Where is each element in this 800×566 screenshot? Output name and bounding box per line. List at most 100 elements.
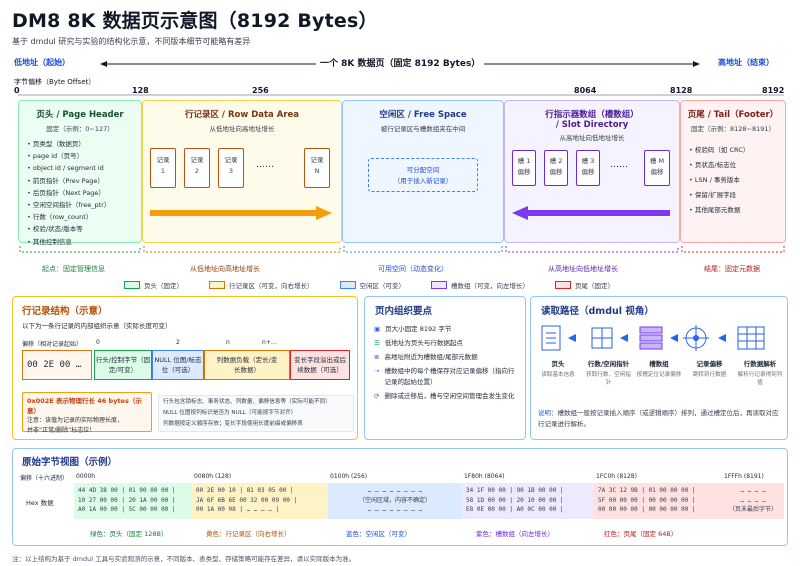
row-struct-sub: 以下为一条行记录的内部组织示意（实际长度可变） bbox=[22, 322, 172, 330]
allocatable-space-box: 可分配空间 （用于插入新记录） bbox=[368, 158, 478, 192]
slots-title: 行指示器数组（槽数组） bbox=[545, 110, 639, 120]
read-title: 读取路径（dmdul 视角） bbox=[541, 306, 654, 317]
page-icon: ▣ bbox=[374, 325, 381, 333]
tick-0: 0 bbox=[14, 86, 20, 95]
tail-sub: 固定（示例：8128~8191） bbox=[690, 125, 776, 133]
header-item: object id / segment id bbox=[27, 162, 141, 174]
raw-offset: 0080h (128) bbox=[194, 473, 232, 480]
low-address-label: 低地址（起始） bbox=[14, 58, 70, 67]
tick-8128: 8128 bbox=[670, 86, 693, 95]
stack-icon: ☰ bbox=[374, 339, 380, 347]
label-free: 可用空间（动态变化） bbox=[378, 265, 448, 273]
tick-8192: 8192 bbox=[762, 86, 785, 95]
rows-title: 行记录区 / Row Data Area bbox=[184, 110, 300, 120]
row-field-payload: 列数据负载（定长/变长数据） bbox=[204, 350, 290, 380]
raw-offset: 0000h bbox=[76, 473, 96, 480]
org-item: ⇢ 槽数组中的每个槽保存对应记录偏移（指向行记录的起始位置） bbox=[374, 367, 515, 386]
legend-item: 空闲区（可变） bbox=[339, 280, 405, 290]
records-ellipsis: …… bbox=[256, 160, 274, 170]
slots-sub: 从高地址向低地址增长 bbox=[559, 134, 625, 142]
legend-item: 行记录区（可变，向右增长） bbox=[209, 280, 314, 290]
legend: 页头（固定） 行记录区（可变，向右增长） 空闲区（可变） 槽数组（可变，向左增长… bbox=[124, 280, 614, 290]
tick-128: 128 bbox=[132, 86, 149, 95]
row-offset-label: 偏移（相对记录起始） bbox=[22, 341, 83, 348]
header-items: 页类型（数据页） page id（页号） object id / segment… bbox=[27, 138, 141, 248]
row-struct-note: NULL 位图按列标识是否为 NULL（可能按字节对齐） bbox=[163, 410, 297, 416]
page-tail-section: 页尾 / Tail（Footer） 固定（示例：8128~8191） 校验码（如… bbox=[680, 100, 786, 243]
slots-title2: / Slot Directory bbox=[555, 120, 629, 130]
raw-col-label: 蓝色：空闲区（可变） bbox=[346, 530, 411, 538]
page-title: DM8 8K 数据页示意图（8192 Bytes） bbox=[12, 10, 378, 32]
slots-ellipsis: …… bbox=[610, 160, 628, 170]
legend-item: 页头（固定） bbox=[124, 280, 183, 290]
tail-item: 其他尾部元数据 bbox=[689, 203, 785, 218]
raw-title: 原始字节视图（示例） bbox=[22, 457, 118, 468]
page-header-icon bbox=[541, 325, 561, 351]
raw-offset: 1F80h (8064) bbox=[464, 473, 505, 480]
header-item: 空闲空间指针（free_ptr） bbox=[27, 199, 141, 211]
list-icon: ≣ bbox=[374, 353, 380, 361]
tick-8064: 8064 bbox=[574, 86, 597, 95]
read-step: 行数/空闲指针 获取行数、空闲指针 bbox=[586, 360, 631, 386]
read-steps: 页头 读取基本信息 行数/空闲指针 获取行数、空闲指针 槽数组 按槽定位记录偏移 记录… bbox=[534, 358, 784, 386]
row-offset-tick: n bbox=[226, 339, 230, 346]
org-title: 页内组织要点 bbox=[375, 306, 433, 317]
raw-col-label: 黄色：行记录区（向右增长） bbox=[206, 530, 291, 538]
header-item: 前页指针（Prev Page） bbox=[27, 175, 141, 187]
read-step: 记录偏移 跳转到行数据 bbox=[692, 360, 727, 378]
raw-hex-free: … … … … … … … … （空闲区域，内容不确定）… … … … … … …… bbox=[328, 483, 462, 519]
header-item: 校验/状态/版本等 bbox=[27, 223, 141, 235]
raw-hex-end: … … … …… … … … （页末最后字节） bbox=[722, 483, 784, 519]
tail-title: 页尾 / Tail（Footer） bbox=[687, 110, 779, 120]
record-box: 记录 3 bbox=[218, 148, 244, 188]
raw-offset: 1FC0h (8128) bbox=[596, 473, 637, 480]
slots-grow-arrow bbox=[512, 206, 670, 220]
org-item: ≣ 高地址附近为槽数组/尾部元数据 bbox=[374, 353, 478, 361]
header-sub: 固定（示例：0~127） bbox=[46, 125, 114, 133]
page-subtitle: 基于 dmdul 研究与实验的结构化示意，不同版本细节可能略有差异 bbox=[12, 37, 251, 46]
tail-item: LSN / 事务版本 bbox=[689, 173, 785, 188]
target-icon bbox=[683, 325, 709, 351]
org-item: ▣ 页大小固定 8192 字节 bbox=[374, 325, 452, 333]
header-item: 行数（row_count） bbox=[27, 211, 141, 223]
slot-box: 槽 M 偏移 bbox=[644, 150, 670, 186]
offset-label: 字节偏移（Byte Offset） bbox=[14, 78, 96, 86]
raw-offset: 1FFFh (8191) bbox=[724, 473, 764, 480]
record-box: 记录 1 bbox=[150, 148, 176, 188]
label-grow-up: 从低地址向高地址增长 bbox=[190, 265, 260, 273]
raw-offset-header: 偏移（十六进制） bbox=[20, 475, 69, 482]
read-step: 行数据解析 解析行记录得到列值 bbox=[737, 360, 783, 386]
raw-col-label: 绿色：页头（固定 128B） bbox=[90, 530, 168, 538]
row-hex-preview: 00 2E 00 … bbox=[22, 350, 92, 380]
free-sub: 被行记录区与槽数组夹在中间 bbox=[380, 125, 466, 133]
label-grow-down: 从高地址向低地址增长 bbox=[548, 265, 618, 273]
raw-hex-header: 44 4D 38 00 | 01 00 00 00 | 10 27 00 00 |… bbox=[74, 483, 192, 519]
tick-256: 256 bbox=[252, 86, 269, 95]
tail-item: 校验码（如 CRC） bbox=[689, 143, 785, 158]
header-item: 后页指针（Next Page） bbox=[27, 187, 141, 199]
rows-sub: 从低地址向高地址增长 bbox=[209, 125, 275, 133]
org-list: ▣ 页大小固定 8192 字节 ☰ 低地址为页头与行数据起点 ≣ 高地址附近为槽数组/… bbox=[374, 324, 520, 402]
row-field-null-bitmap: NULL 位图/标志位（可选） bbox=[152, 350, 204, 380]
page-header-section: 页头 / Page Header 固定（示例：0~127） 页类型（数据页） p… bbox=[18, 100, 142, 246]
tail-items: 校验码（如 CRC） 页状态/标志位 LSN / 事务版本 保留/扩展字段 其他… bbox=[689, 143, 785, 218]
slot-box: 槽 2 偏移 bbox=[544, 150, 568, 186]
read-step: 页头 读取基本信息 bbox=[541, 360, 575, 378]
free-title: 空闲区 / Free Space bbox=[379, 110, 467, 120]
raw-offset: 0100h (256) bbox=[330, 473, 368, 480]
record-box: 记录 N bbox=[304, 148, 330, 188]
footnote: 注：以上结构为基于 dmdul 工具与实验观测的示意，不同版本、表类型、存储策略… bbox=[12, 555, 356, 563]
label-end: 结尾：固定元数据 bbox=[704, 265, 760, 273]
row-struct-notes: 行头包含锁标志、事务状态、列数量、偏移信息等（实际可能不同） NULL 位图按列… bbox=[158, 395, 354, 432]
row-field-header: 行头/控制字节（固定/可变） bbox=[94, 350, 152, 380]
org-item: ⟳ 删除或迁移后，槽与空闲空间管理会发生变化 bbox=[374, 392, 515, 400]
legend-item: 页尾（固定） bbox=[555, 280, 614, 290]
org-item: ☰ 低地址为页头与行数据起点 bbox=[374, 339, 463, 347]
raw-hex-slots: 34 1F 00 00 | 90 1B 00 00 | 58 1D 00 00 |… bbox=[462, 483, 594, 519]
raw-hex-tail: 7A 3C 12 9B | 01 00 00 00 | 5F 00 00 00 |… bbox=[594, 483, 722, 519]
region-brackets bbox=[19, 246, 785, 253]
refresh-icon: ⟳ bbox=[374, 392, 380, 400]
pointer-grid-icon bbox=[591, 327, 613, 349]
tail-item: 保留/扩展字段 bbox=[689, 188, 785, 203]
read-path-note: 说明：槽数组一般按记录插入顺序（或逻辑顺序）排列，通过槽定位后，再读取对应行记录… bbox=[538, 409, 779, 428]
